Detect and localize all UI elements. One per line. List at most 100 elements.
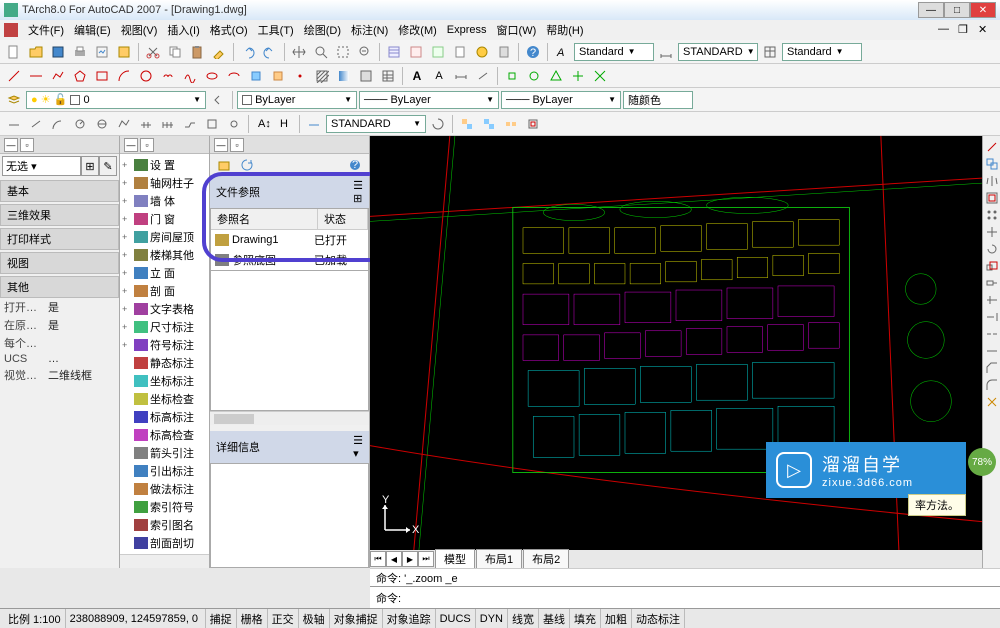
- dim2-icon[interactable]: [26, 114, 46, 134]
- sheet-icon[interactable]: [450, 42, 470, 62]
- extend-icon[interactable]: [985, 310, 999, 324]
- mod1-icon[interactable]: [457, 114, 477, 134]
- break-icon[interactable]: [985, 327, 999, 341]
- tree-item-9[interactable]: +尺寸标注: [120, 318, 209, 336]
- lineweight-combo[interactable]: ─── ByLayer▼: [501, 91, 621, 109]
- print-icon[interactable]: [70, 42, 90, 62]
- cut-icon[interactable]: [143, 42, 163, 62]
- zoom-window-icon[interactable]: [333, 42, 353, 62]
- dimstyle-mgr-icon[interactable]: [304, 114, 324, 134]
- dim6-icon[interactable]: [114, 114, 134, 134]
- dim9-icon[interactable]: [180, 114, 200, 134]
- xref-row-0[interactable]: Drawing1已打开: [211, 230, 368, 250]
- xref-col-name[interactable]: 参照名: [211, 209, 318, 229]
- tab-last-icon[interactable]: ⏭: [418, 551, 434, 567]
- dim11-icon[interactable]: [224, 114, 244, 134]
- save-icon[interactable]: [48, 42, 68, 62]
- mod4-icon[interactable]: [523, 114, 543, 134]
- dim-linear-icon[interactable]: [451, 66, 471, 86]
- plotstyle-combo[interactable]: 随颜色: [623, 91, 693, 109]
- calc-icon[interactable]: [494, 42, 514, 62]
- detail-view-icon[interactable]: ☰: [353, 434, 363, 447]
- dimstyle2-combo[interactable]: STANDARD▼: [326, 115, 426, 133]
- trim-icon[interactable]: [985, 293, 999, 307]
- menu-window[interactable]: 窗口(W): [493, 20, 541, 40]
- section-3d[interactable]: 三维效果: [0, 204, 119, 226]
- menu-insert[interactable]: 插入(I): [163, 20, 203, 40]
- layer-manager-icon[interactable]: [4, 90, 24, 110]
- hatch-icon[interactable]: [312, 66, 332, 86]
- menu-modify[interactable]: 修改(M): [394, 20, 441, 40]
- status-ducs[interactable]: DUCS: [436, 609, 476, 628]
- dim-aligned-icon[interactable]: [473, 66, 493, 86]
- tree-pin-icon[interactable]: ▫: [140, 138, 154, 152]
- rotate-icon[interactable]: [985, 242, 999, 256]
- stretch-icon[interactable]: [985, 276, 999, 290]
- zoom-previous-icon[interactable]: [355, 42, 375, 62]
- fillet-icon[interactable]: [985, 378, 999, 392]
- designcenter-icon[interactable]: [406, 42, 426, 62]
- osnap-icon[interactable]: [502, 66, 522, 86]
- scale-icon[interactable]: [985, 259, 999, 273]
- tree-item-17[interactable]: 引出标注: [120, 462, 209, 480]
- region-icon[interactable]: [356, 66, 376, 86]
- menu-edit[interactable]: 编辑(E): [70, 20, 115, 40]
- status-snap[interactable]: 捕捉: [206, 609, 237, 628]
- maximize-button[interactable]: □: [944, 2, 970, 18]
- gradient-icon[interactable]: [334, 66, 354, 86]
- status-grid[interactable]: 栅格: [237, 609, 268, 628]
- tab-first-icon[interactable]: ⏮: [370, 551, 386, 567]
- textstyle-combo[interactable]: Standard▼: [574, 43, 654, 61]
- mirror-icon[interactable]: [985, 174, 999, 188]
- tree-item-18[interactable]: 做法标注: [120, 480, 209, 498]
- status-osnap[interactable]: 对象捕捉: [330, 609, 383, 628]
- erase-icon[interactable]: [985, 140, 999, 154]
- tree-item-11[interactable]: 静态标注: [120, 354, 209, 372]
- zoom-icon[interactable]: [311, 42, 331, 62]
- prop-vis[interactable]: 视觉…二维线框: [0, 366, 119, 384]
- section-basic[interactable]: 基本: [0, 180, 119, 202]
- xref-tree-icon[interactable]: ⊞: [353, 192, 363, 205]
- pickadd-icon[interactable]: ✎: [99, 156, 117, 176]
- array-icon[interactable]: [985, 208, 999, 222]
- status-baseline[interactable]: 基线: [539, 609, 570, 628]
- menu-help[interactable]: 帮助(H): [542, 20, 587, 40]
- menu-view[interactable]: 视图(V): [117, 20, 162, 40]
- detail-collapse-icon[interactable]: ▾: [353, 447, 363, 460]
- color-combo[interactable]: ByLayer▼: [237, 91, 357, 109]
- tab-next-icon[interactable]: ▶: [402, 551, 418, 567]
- match-icon[interactable]: [209, 42, 229, 62]
- xref-attach-icon[interactable]: [214, 155, 234, 175]
- tree-item-20[interactable]: 索引图名: [120, 516, 209, 534]
- ellipse-icon[interactable]: [202, 66, 222, 86]
- panel-close-icon[interactable]: —: [4, 138, 18, 152]
- status-otrack[interactable]: 对象追踪: [383, 609, 436, 628]
- prop-per[interactable]: 每个…: [0, 334, 119, 352]
- tree-item-2[interactable]: +墙 体: [120, 192, 209, 210]
- insert-icon[interactable]: [246, 66, 266, 86]
- dim7-icon[interactable]: [136, 114, 156, 134]
- dim12-icon[interactable]: A↕: [253, 114, 273, 134]
- explode-icon[interactable]: [985, 395, 999, 409]
- paste-icon[interactable]: [187, 42, 207, 62]
- textstyle-icon[interactable]: A: [552, 42, 572, 62]
- xref-scrollbar[interactable]: [210, 411, 369, 425]
- tree-item-1[interactable]: +轴网柱子: [120, 174, 209, 192]
- open-icon[interactable]: [26, 42, 46, 62]
- properties-icon[interactable]: [384, 42, 404, 62]
- xref-close-icon[interactable]: —: [214, 138, 228, 152]
- drawing-area[interactable]: XY ⏮ ◀ ▶ ⏭ 模型 布局1 布局2: [370, 136, 982, 568]
- tree-item-13[interactable]: 坐标检查: [120, 390, 209, 408]
- point-icon[interactable]: [290, 66, 310, 86]
- doc-restore-button[interactable]: ❐: [958, 23, 976, 37]
- menu-express[interactable]: Express: [443, 22, 491, 38]
- rect-icon[interactable]: [92, 66, 112, 86]
- status-polar[interactable]: 极轴: [299, 609, 330, 628]
- move-icon[interactable]: [985, 225, 999, 239]
- mod2-icon[interactable]: [479, 114, 499, 134]
- xref-list-icon[interactable]: ☰: [353, 179, 363, 192]
- prop-at[interactable]: 在原…是: [0, 316, 119, 334]
- dim4-icon[interactable]: [70, 114, 90, 134]
- tab-layout2[interactable]: 布局2: [523, 549, 569, 568]
- section-view[interactable]: 视图: [0, 252, 119, 274]
